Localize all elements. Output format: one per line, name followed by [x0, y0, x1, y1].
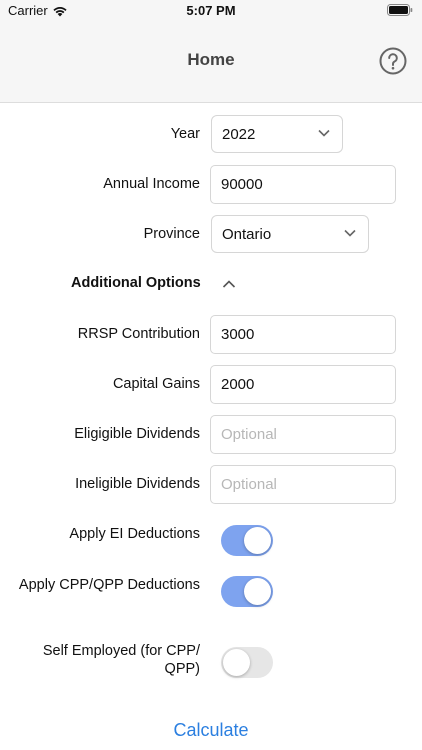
status-bar: Carrier 5:07 PM — [0, 0, 422, 22]
annual-income-label: Annual Income — [103, 176, 200, 192]
capital-gains-input[interactable] — [210, 365, 396, 404]
apply-cpp-label: Apply CPP/QPP Deductions — [18, 577, 200, 593]
apply-ei-toggle[interactable] — [221, 525, 273, 556]
battery-icon — [387, 4, 413, 19]
year-label: Year — [170, 126, 200, 142]
self-employed-toggle[interactable] — [221, 647, 273, 678]
chevron-down-icon — [318, 129, 330, 137]
additional-options-heading[interactable]: Additional Options — [71, 275, 201, 291]
eligible-dividends-label: Eligigible Dividends — [74, 426, 200, 442]
eligible-dividends-input[interactable] — [210, 415, 396, 454]
province-select[interactable]: Ontario — [211, 215, 369, 253]
chevron-down-icon — [344, 229, 356, 237]
province-value: Ontario — [222, 225, 272, 243]
page-title: Home — [187, 50, 235, 69]
capital-gains-label: Capital Gains — [112, 376, 200, 392]
ineligible-dividends-input[interactable] — [210, 465, 396, 504]
rrsp-label: RRSP Contribution — [77, 326, 200, 342]
apply-cpp-toggle[interactable] — [221, 576, 273, 607]
apply-ei-label: Apply EI Deductions — [69, 526, 200, 542]
toggle-knob — [244, 578, 271, 605]
toggle-knob — [244, 527, 271, 554]
self-employed-label: Self Employed (for CPP/ QPP) — [42, 643, 200, 677]
ineligible-dividends-label: Ineligible Dividends — [75, 476, 200, 492]
navigation-header: Carrier 5:07 PM Home — [0, 0, 422, 103]
toggle-knob — [223, 649, 250, 676]
annual-income-input[interactable] — [210, 165, 396, 204]
calculate-button[interactable]: Calculate — [0, 720, 422, 741]
question-circle-icon[interactable] — [379, 47, 407, 75]
chevron-up-icon[interactable] — [222, 279, 236, 289]
status-time: 5:07 PM — [186, 3, 236, 18]
province-label: Province — [143, 226, 200, 242]
rrsp-input[interactable] — [210, 315, 396, 354]
year-value: 2022 — [222, 125, 256, 143]
year-select[interactable]: 2022 — [211, 115, 343, 153]
